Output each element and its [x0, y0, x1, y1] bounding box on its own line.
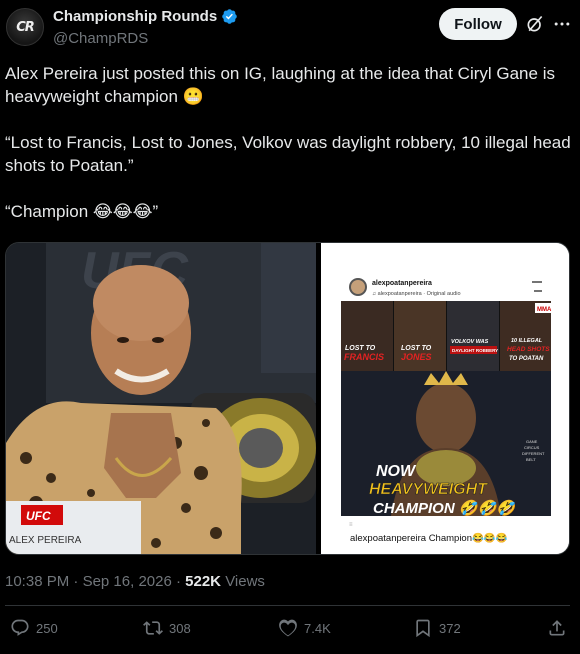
- bookmark-count: 372: [439, 620, 461, 636]
- like-button[interactable]: 7.4K: [278, 618, 331, 638]
- heart-icon: [279, 619, 297, 637]
- panel-to-poatan: TO POATAN: [509, 356, 544, 362]
- repost-icon: [143, 621, 163, 635]
- verified-badge-icon: [222, 9, 237, 24]
- ufc-banner-text: UFC: [26, 509, 51, 523]
- author-display-name[interactable]: Championship Rounds: [53, 8, 217, 25]
- nameplate-text: ALEX PEREIRA: [9, 535, 82, 546]
- tweet-champion-paragraph: “Champion 😂😂😂”: [5, 202, 159, 221]
- side-note-3: DIFFERENT: [522, 451, 545, 456]
- tweet-quote-paragraph: “Lost to Francis, Lost to Jones, Volkov …: [5, 133, 571, 175]
- repost-count: 308: [169, 620, 191, 636]
- avatar-logo-text: CR: [16, 19, 35, 35]
- views-label: Views: [225, 573, 265, 590]
- panel-head-shots: HEAD SHOTS: [507, 346, 550, 353]
- tweet-body: Alex Pereira just posted this on IG, lau…: [5, 62, 575, 223]
- pereira-photo-illustration: UFC ALEX PEREIRA: [6, 243, 316, 554]
- repost-button[interactable]: 308: [143, 618, 191, 638]
- heavyweight-text: HEAVYWEIGHT: [369, 481, 488, 498]
- side-note: GANE: [526, 439, 538, 444]
- mma-badge: MMA: [537, 307, 552, 313]
- author-handle[interactable]: @ChampRDS: [53, 30, 148, 47]
- ig-footer-links: ≡: [349, 522, 353, 528]
- follow-button[interactable]: Follow: [439, 8, 517, 40]
- share-icon: [549, 620, 565, 636]
- author-avatar[interactable]: CR: [6, 8, 44, 46]
- share-button[interactable]: [547, 618, 567, 638]
- tweet-date[interactable]: Sep 16, 2026: [83, 573, 172, 590]
- ig-username: alexpoatanpereira: [372, 280, 432, 287]
- panel-francis-word: FRANCIS: [344, 352, 384, 362]
- ig-caption: alexpoatanpereira Champion😂😂😂: [350, 532, 508, 544]
- meta-separator: ·: [73, 573, 83, 590]
- reply-icon: [11, 619, 29, 636]
- champion-overlay-text: CHAMPION 🤣🤣🤣: [373, 499, 518, 518]
- now-text: NOW: [376, 463, 417, 480]
- grok-icon[interactable]: [525, 14, 545, 34]
- panel-lost-jones: LOST TO: [401, 345, 432, 352]
- bookmark-button[interactable]: 372: [413, 618, 461, 638]
- side-note-4: BELT: [526, 457, 536, 462]
- panel-volkov: VOLKOV WAS: [451, 339, 489, 345]
- like-count: 7.4K: [304, 620, 331, 636]
- tweet-header: CR Championship Rounds @ChampRDS Follow: [0, 0, 580, 56]
- views-count[interactable]: 522K: [185, 573, 221, 590]
- reply-count: 250: [36, 620, 58, 636]
- bookmark-icon: [416, 619, 430, 638]
- reply-button[interactable]: 250: [10, 618, 58, 638]
- side-note-2: CIRCUS: [524, 445, 540, 450]
- tweet-time[interactable]: 10:38 PM: [5, 573, 69, 590]
- media-photo-right[interactable]: alexpoatanpereira ♫ alexpoatanpereira · …: [321, 243, 569, 554]
- ig-post-screenshot: alexpoatanpereira ♫ alexpoatanpereira · …: [321, 243, 569, 554]
- panel-lost-francis: LOST TO: [345, 345, 376, 352]
- tweet-text-paragraph: Alex Pereira just posted this on IG, lau…: [5, 64, 555, 106]
- panel-jones-word: JONES: [401, 352, 432, 362]
- tweet-meta: 10:38 PM · Sep 16, 2026 · 522K Views: [5, 573, 265, 590]
- media-photo-left[interactable]: UFC ALEX PEREIRA: [6, 243, 316, 554]
- ig-audio-label: ♫ alexpoatanpereira · Original audio: [372, 291, 461, 297]
- tweet-actions-bar: 250 308 7.4K 372: [0, 618, 580, 646]
- panel-ten-illegal: 10 ILLEGAL: [511, 338, 543, 344]
- panel-robbery: DAYLIGHT ROBBERY: [452, 348, 498, 353]
- actions-divider: [5, 605, 570, 606]
- meta-separator: ·: [175, 573, 186, 590]
- tweet-media: UFC ALEX PEREIRA alexpoatanpereira ♫ ale…: [5, 242, 570, 555]
- more-options-icon[interactable]: [552, 14, 572, 34]
- author-name-row: Championship Rounds: [53, 8, 238, 25]
